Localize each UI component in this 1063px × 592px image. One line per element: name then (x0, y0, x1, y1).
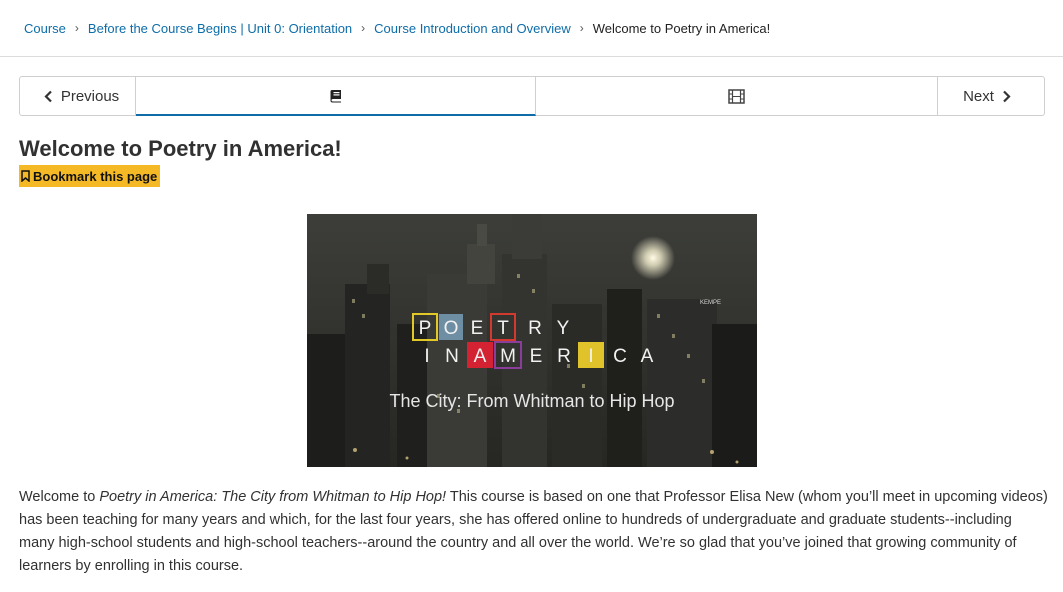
logo-letter: P (419, 318, 432, 339)
sequence-tab-video[interactable] (536, 76, 938, 116)
logo-letter: E (471, 318, 484, 339)
sequence-tab-text[interactable] (136, 76, 536, 116)
intro-paragraph: Welcome to Poetry in America: The City f… (19, 486, 1049, 578)
course-hero-image: KEMPE P O E T R Y I N A M E R I C A The … (307, 214, 757, 467)
sequence-nav: Previous Next (19, 76, 1045, 116)
logo-letter: A (641, 346, 654, 367)
logo-letter: R (528, 318, 542, 339)
breadcrumb: Course › Before the Course Begins | Unit… (0, 0, 1063, 57)
logo-letter: A (474, 346, 487, 367)
course-title-italic: Poetry in America: The City from Whitman… (99, 489, 447, 505)
chevron-right-icon (1003, 90, 1011, 102)
chevron-right-icon: › (579, 21, 584, 35)
page-title: Welcome to Poetry in America! (19, 136, 342, 161)
chevron-left-icon (44, 90, 52, 102)
city-skyline-image: KEMPE P O E T R Y I N A M E R I C A The … (307, 214, 757, 467)
book-icon (330, 89, 341, 102)
film-icon (728, 88, 745, 104)
previous-button[interactable]: Previous (19, 76, 136, 116)
logo-letter: I (424, 346, 429, 367)
logo-letter: Y (557, 318, 570, 339)
logo-letter: E (530, 346, 543, 367)
logo-letter: C (613, 346, 627, 367)
logo-letter: M (500, 346, 516, 367)
breadcrumb-current: Welcome to Poetry in America! (592, 20, 771, 36)
logo-letter: T (497, 318, 509, 339)
breadcrumb-course-link[interactable]: Course (24, 21, 66, 36)
logo-letter: N (445, 346, 459, 367)
bookmark-icon (21, 170, 30, 182)
next-button[interactable]: Next (938, 76, 1045, 116)
logo-letter: O (444, 318, 459, 339)
breadcrumb-unit-link[interactable]: Before the Course Begins | Unit 0: Orien… (88, 21, 352, 36)
breadcrumb-section-link[interactable]: Course Introduction and Overview (374, 21, 571, 36)
intro-lead: Welcome to (19, 489, 100, 505)
logo-letter: I (588, 346, 593, 367)
bookmark-label: Bookmark this page (33, 168, 158, 184)
logo-letter: R (557, 346, 571, 367)
building-sign: KEMPE (700, 300, 721, 306)
chevron-right-icon: › (361, 21, 366, 35)
next-label: Next (963, 87, 994, 105)
previous-label: Previous (60, 87, 120, 105)
bookmark-button[interactable]: Bookmark this page (19, 165, 161, 187)
hero-subtitle: The City: From Whitman to Hip Hop (389, 391, 674, 411)
chevron-right-icon: › (74, 21, 79, 35)
